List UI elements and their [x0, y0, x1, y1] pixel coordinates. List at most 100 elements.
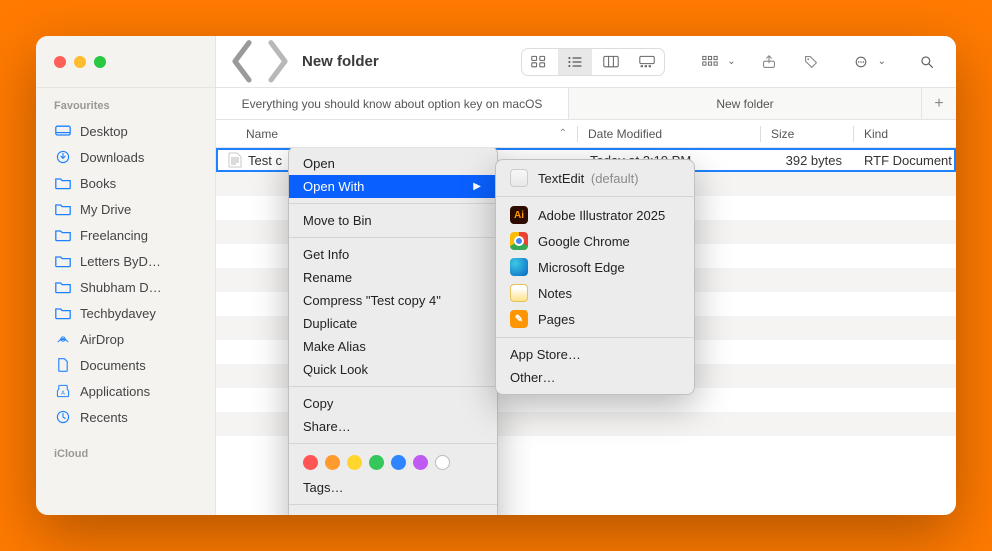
submenu-other[interactable]: Other…: [496, 366, 694, 389]
sidebar-item-label: Applications: [80, 384, 150, 399]
sidebar-item-label: My Drive: [80, 202, 131, 217]
window-fullscreen-button[interactable]: [94, 56, 106, 68]
menu-tag-colors: [289, 449, 497, 476]
submenu-chrome[interactable]: Google Chrome: [496, 228, 694, 254]
view-gallery-button[interactable]: [630, 49, 664, 75]
finder-window: New folder ⌄: [36, 36, 956, 515]
menu-quick-look[interactable]: Quick Look: [289, 358, 497, 381]
toolbar: New folder ⌄: [216, 36, 956, 87]
tab-new-folder[interactable]: New folder: [569, 88, 922, 119]
window-body: Favourites Desktop Downloads Books My Dr…: [36, 88, 956, 515]
column-date[interactable]: Date Modified: [578, 127, 760, 141]
sidebar-section-icloud: iCloud: [36, 444, 215, 466]
menu-separator: [289, 386, 497, 387]
textedit-icon: [510, 169, 528, 187]
menu-copy[interactable]: Copy: [289, 392, 497, 415]
menu-get-info[interactable]: Get Info: [289, 243, 497, 266]
sidebar-item-downloads[interactable]: Downloads: [36, 144, 215, 170]
sidebar-item-applications[interactable]: AApplications: [36, 378, 215, 404]
column-size[interactable]: Size: [761, 127, 853, 141]
sidebar-item-airdrop[interactable]: AirDrop: [36, 326, 215, 352]
menu-separator: [289, 443, 497, 444]
menu-open-with[interactable]: Open With ▶ TextEdit (default) AiAdobe I…: [289, 175, 497, 198]
chevron-down-icon: ⌄: [727, 56, 735, 67]
tag-orange[interactable]: [325, 455, 340, 470]
submenu-pages[interactable]: ✎Pages: [496, 306, 694, 332]
column-name[interactable]: Name⌃: [246, 127, 577, 141]
share-button[interactable]: [752, 49, 786, 75]
sidebar-section-favourites: Favourites: [36, 96, 215, 118]
tab-label: Everything you should know about option …: [232, 97, 553, 111]
sidebar-item-techbydavey[interactable]: Techbydavey: [36, 300, 215, 326]
nav-forward-button[interactable]: [264, 48, 292, 76]
menu-separator: [289, 237, 497, 238]
sidebar-item-letters[interactable]: Letters ByD…: [36, 248, 215, 274]
submenu-arrow-icon: ▶: [433, 181, 481, 192]
folder-icon: [54, 253, 72, 269]
column-headers: Name⌃ Date Modified Size Kind: [216, 120, 956, 148]
rtf-file-icon: [226, 152, 244, 168]
sidebar-item-label: AirDrop: [80, 332, 124, 347]
sidebar: Favourites Desktop Downloads Books My Dr…: [36, 88, 216, 515]
sidebar-item-documents[interactable]: Documents: [36, 352, 215, 378]
submenu-app-store[interactable]: App Store…: [496, 343, 694, 366]
sidebar-item-label: Documents: [80, 358, 146, 373]
chrome-icon: [510, 232, 528, 250]
submenu-illustrator[interactable]: AiAdobe Illustrator 2025: [496, 202, 694, 228]
tag-green[interactable]: [369, 455, 384, 470]
sidebar-item-label: Letters ByD…: [80, 254, 161, 269]
menu-separator: [496, 337, 694, 338]
chevron-down-icon: ⌄: [878, 56, 886, 67]
sidebar-item-freelancing[interactable]: Freelancing: [36, 222, 215, 248]
column-kind[interactable]: Kind: [854, 127, 956, 141]
nav-back-button[interactable]: [228, 48, 256, 76]
tag-purple[interactable]: [413, 455, 428, 470]
tag-red[interactable]: [303, 455, 318, 470]
submenu-edge[interactable]: Microsoft Edge: [496, 254, 694, 280]
folder-icon: [54, 305, 72, 321]
file-list: Test c Today at 2:19 PM 392 bytes RTF Do…: [216, 148, 956, 515]
menu-move-to-bin[interactable]: Move to Bin: [289, 209, 497, 232]
view-icons-button[interactable]: [522, 49, 556, 75]
sidebar-item-label: Freelancing: [80, 228, 148, 243]
menu-share[interactable]: Share…: [289, 415, 497, 438]
tag-blue[interactable]: [391, 455, 406, 470]
view-columns-button[interactable]: [594, 49, 628, 75]
sidebar-item-label: Techbydavey: [80, 306, 156, 321]
menu-separator: [289, 203, 497, 204]
menu-make-alias[interactable]: Make Alias: [289, 335, 497, 358]
airdrop-icon: [54, 331, 72, 347]
window-minimize-button[interactable]: [74, 56, 86, 68]
submenu-notes[interactable]: Notes: [496, 280, 694, 306]
menu-compress[interactable]: Compress "Test copy 4": [289, 289, 497, 312]
notes-icon: [510, 284, 528, 302]
sidebar-item-desktop[interactable]: Desktop: [36, 118, 215, 144]
menu-open[interactable]: Open: [289, 152, 497, 175]
group-by-button[interactable]: ⌄: [693, 49, 735, 75]
tab-label: New folder: [706, 97, 783, 111]
folder-icon: [54, 201, 72, 217]
menu-duplicate[interactable]: Duplicate: [289, 312, 497, 335]
search-button[interactable]: [910, 49, 944, 75]
tab-option-key-article[interactable]: Everything you should know about option …: [216, 88, 569, 119]
illustrator-icon: Ai: [510, 206, 528, 224]
window-close-button[interactable]: [54, 56, 66, 68]
submenu-textedit[interactable]: TextEdit (default): [496, 165, 694, 191]
file-kind: RTF Document: [854, 153, 956, 168]
menu-tags[interactable]: Tags…: [289, 476, 497, 499]
more-actions-button[interactable]: ⌄: [844, 49, 886, 75]
menu-quick-actions[interactable]: Quick Actions▶: [289, 510, 497, 515]
sidebar-item-mydrive[interactable]: My Drive: [36, 196, 215, 222]
folder-icon: [54, 227, 72, 243]
sidebar-item-recents[interactable]: Recents: [36, 404, 215, 430]
tag-none[interactable]: [435, 455, 450, 470]
sidebar-item-shubham[interactable]: Shubham D…: [36, 274, 215, 300]
new-tab-button[interactable]: +: [922, 88, 956, 119]
menu-separator: [289, 504, 497, 505]
tag-yellow[interactable]: [347, 455, 362, 470]
menu-rename[interactable]: Rename: [289, 266, 497, 289]
tags-button[interactable]: [794, 49, 828, 75]
folder-icon: [54, 279, 72, 295]
sidebar-item-books[interactable]: Books: [36, 170, 215, 196]
view-list-button[interactable]: [558, 49, 592, 75]
